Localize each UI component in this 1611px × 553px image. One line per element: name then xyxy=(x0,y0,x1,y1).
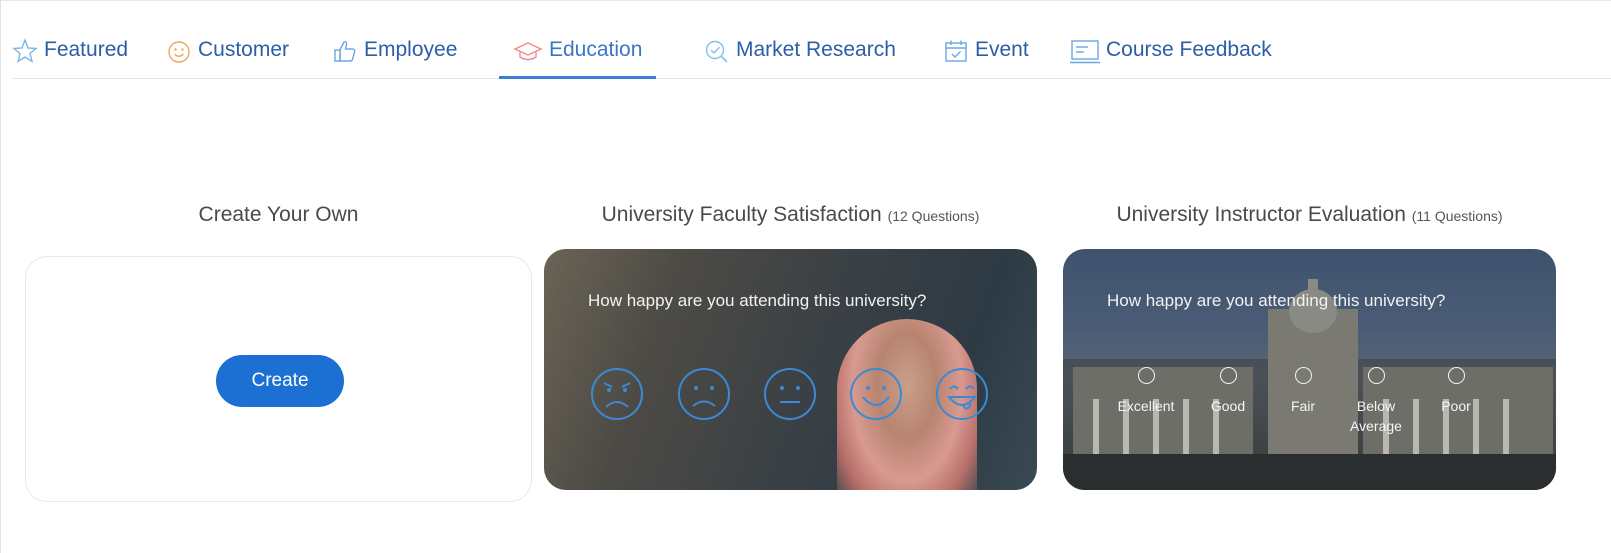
tab-education[interactable]: Education xyxy=(499,30,657,79)
tab-label: Education xyxy=(549,38,643,61)
tab-label: Event xyxy=(975,38,1029,61)
template-preview-card[interactable]: How happy are you attending this univers… xyxy=(544,249,1037,490)
template-create-your-own: Create Your Own Create xyxy=(25,200,532,502)
tab-market-research[interactable]: Market Research xyxy=(704,30,896,76)
rating-option-below-average[interactable]: Below Average xyxy=(1331,367,1421,436)
smiley-icon xyxy=(168,41,190,63)
tab-label: Featured xyxy=(44,38,129,61)
calendar-check-icon xyxy=(945,40,967,62)
magnifier-check-icon xyxy=(705,40,728,63)
radio-button[interactable] xyxy=(1137,367,1155,384)
create-button[interactable]: Create xyxy=(216,355,344,407)
template-instructor-evaluation: University Instructor Evaluation (11 Que… xyxy=(1063,200,1556,490)
template-category-tabs: Featured Customer Employee Education Mar… xyxy=(12,0,1611,79)
sad-face-icon xyxy=(678,368,730,420)
preview-question: How happy are you attending this univers… xyxy=(588,291,927,310)
radio-button[interactable] xyxy=(1219,367,1237,384)
tab-course-feedback[interactable]: Course Feedback xyxy=(1070,30,1272,76)
question-count: (11 Questions) xyxy=(1411,208,1503,224)
tab-customer[interactable]: Customer xyxy=(166,30,289,76)
tab-label: Course Feedback xyxy=(1106,38,1272,61)
preview-question: How happy are you attending this univers… xyxy=(1107,291,1446,310)
radio-button[interactable] xyxy=(1294,367,1312,384)
radio-button[interactable] xyxy=(1447,367,1465,384)
template-faculty-satisfaction: University Faculty Satisfaction (12 Ques… xyxy=(544,200,1037,490)
happy-face-icon xyxy=(936,368,988,420)
blank-template-card[interactable]: Create xyxy=(25,256,532,502)
thumbs-up-icon xyxy=(334,41,356,62)
graduation-cap-icon xyxy=(513,42,543,61)
tab-event[interactable]: Event xyxy=(943,30,1029,76)
window-left-border xyxy=(0,0,1,553)
star-icon xyxy=(12,38,38,64)
tab-label: Employee xyxy=(364,38,458,61)
tab-employee[interactable]: Employee xyxy=(332,30,457,76)
radio-button[interactable] xyxy=(1367,367,1385,384)
option-label: Excellent xyxy=(1117,398,1175,414)
tab-featured[interactable]: Featured xyxy=(12,30,128,76)
tab-label: Customer xyxy=(198,38,290,61)
neutral-face-icon xyxy=(764,368,816,420)
slides-icon xyxy=(1070,40,1100,64)
option-label: Below Average xyxy=(1350,398,1402,434)
card-title: University Instructor Evaluation (11 Que… xyxy=(1116,203,1503,226)
smile-face-icon xyxy=(850,368,902,420)
option-label: Poor xyxy=(1441,398,1471,414)
angry-face-icon xyxy=(591,368,643,420)
tab-label: Market Research xyxy=(736,38,896,61)
rating-option-excellent[interactable]: Excellent xyxy=(1101,367,1191,416)
question-count: (12 Questions) xyxy=(887,208,980,224)
card-title: University Faculty Satisfaction (12 Ques… xyxy=(601,203,980,226)
rating-option-poor[interactable]: Poor xyxy=(1411,367,1501,416)
card-title: Create Your Own xyxy=(198,203,359,226)
template-preview-card[interactable]: How happy are you attending this univers… xyxy=(1063,249,1556,490)
